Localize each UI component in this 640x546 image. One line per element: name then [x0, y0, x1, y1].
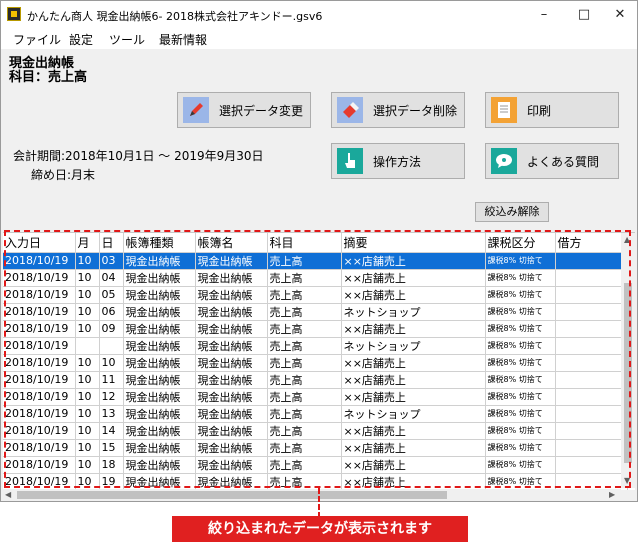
- eraser-icon: [337, 97, 363, 123]
- menu-settings[interactable]: 設定: [69, 31, 93, 48]
- faq-label: よくある質問: [527, 154, 600, 169]
- change-selected-data-label: 選択データ変更: [219, 103, 304, 118]
- faq-button[interactable]: よくある質問: [485, 143, 619, 179]
- delete-selected-data-label: 選択データ削除: [373, 103, 458, 118]
- menu-file[interactable]: ファイル: [13, 31, 61, 48]
- close-button[interactable]: ✕: [597, 1, 640, 29]
- annotation-highlight: [4, 230, 631, 488]
- menu-tools[interactable]: ツール: [109, 31, 145, 48]
- scroll-left-icon[interactable]: ◀: [5, 490, 11, 499]
- menu-news[interactable]: 最新情報: [159, 31, 207, 48]
- clear-filter-button[interactable]: 絞込み解除: [475, 202, 549, 222]
- print-button[interactable]: 印刷: [485, 92, 619, 128]
- annotation-connector: [318, 488, 320, 518]
- app-logo-icon: [7, 7, 21, 21]
- delete-selected-data-button[interactable]: 選択データ削除: [331, 92, 465, 128]
- subject-label: 科目：売上高: [9, 70, 88, 85]
- pencil-icon: [183, 97, 209, 123]
- scroll-right-icon[interactable]: ▶: [609, 490, 615, 499]
- title-bar: かんたん商人 現金出納帳6- 2018株式会社アキンドー.gsv6 – □ ✕: [1, 1, 637, 29]
- printer-icon: [491, 97, 517, 123]
- annotation-callout: 絞り込まれたデータが表示されます: [172, 516, 468, 542]
- horizontal-scroll-thumb[interactable]: [17, 491, 447, 499]
- menu-bar: ファイル 設定 ツール 最新情報: [1, 29, 637, 49]
- hand-pointer-icon: [337, 148, 363, 174]
- print-label: 印刷: [527, 103, 552, 118]
- speech-bubble-icon: [491, 148, 517, 174]
- closing-date: 締め日:月末: [31, 168, 96, 182]
- horizontal-scrollbar[interactable]: ◀ ▶: [3, 489, 621, 501]
- accounting-period: 会計期間:2018年10月1日 ～ 2019年9月30日: [13, 149, 264, 163]
- change-selected-data-button[interactable]: 選択データ変更: [177, 92, 311, 128]
- howto-button[interactable]: 操作方法: [331, 143, 465, 179]
- howto-label: 操作方法: [373, 154, 422, 169]
- window-title: かんたん商人 現金出納帳6- 2018株式会社アキンドー.gsv6: [27, 10, 323, 23]
